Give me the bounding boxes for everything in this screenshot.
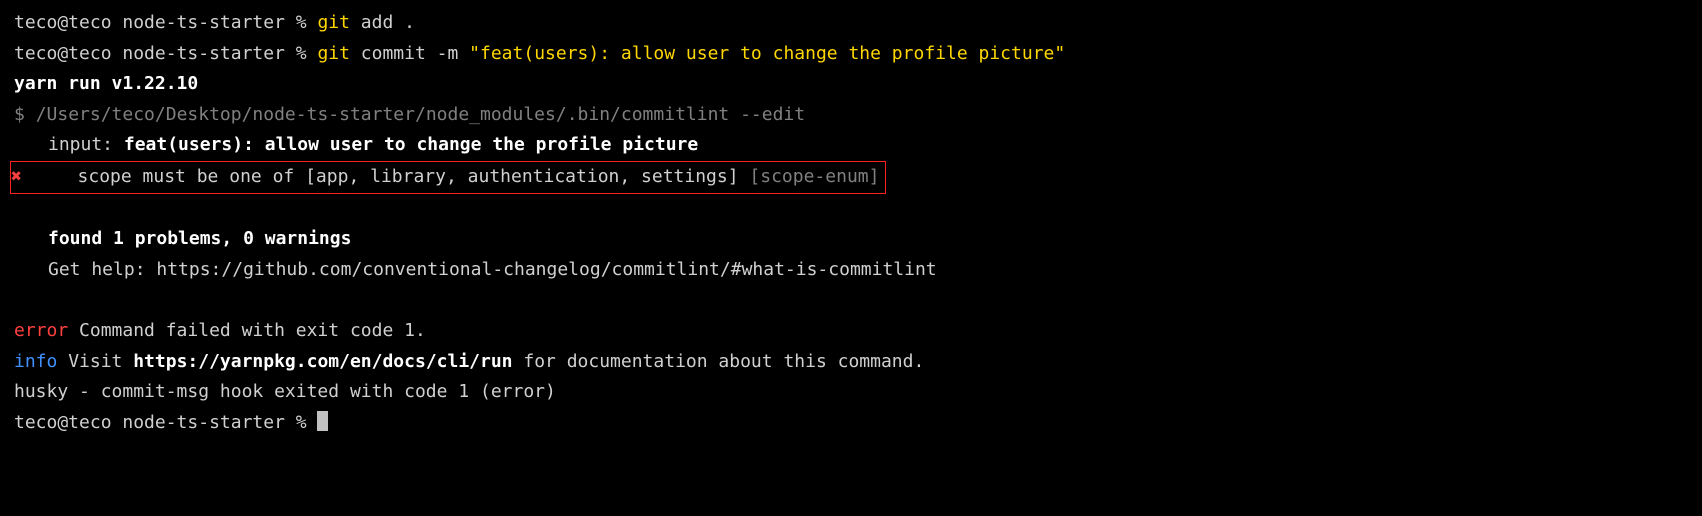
command-args: commit -m <box>350 43 469 64</box>
error-text: Command failed with exit code 1. <box>68 320 426 341</box>
husky-line: husky - commit-msg hook exited with code… <box>14 377 1688 408</box>
prompt-host: teco@teco node-ts-starter % <box>14 12 317 33</box>
prompt-host: teco@teco node-ts-starter % <box>14 43 317 64</box>
help-line: ⓘ Get help: https://github.com/convention… <box>14 255 1688 286</box>
input-message: feat(users): allow user to change the pr… <box>124 134 698 155</box>
error-prefix: error <box>14 320 68 341</box>
error-message: scope must be one of [app, library, auth… <box>78 166 750 187</box>
help-url: https://github.com/conventional-changelo… <box>156 259 936 280</box>
input-label: input: <box>48 134 124 155</box>
info-marker-icon: ⓘ <box>14 255 42 286</box>
error-line-wrapper: ✖ scope must be one of [app, library, au… <box>14 161 1688 194</box>
yarn-info-line: info Visit https://yarnpkg.com/en/docs/c… <box>14 347 1688 378</box>
cursor <box>317 411 328 431</box>
command-args: add . <box>350 12 415 33</box>
prompt-line-3[interactable]: teco@teco node-ts-starter % <box>14 408 1688 439</box>
error-marker-icon: ✖ <box>11 162 39 193</box>
summary-line: ✖ found 1 problems, 0 warnings <box>14 224 1688 255</box>
blank-line <box>14 194 1688 225</box>
dollar-sign: $ <box>14 104 36 125</box>
prompt-line-2: teco@teco node-ts-starter % git commit -… <box>14 39 1688 70</box>
blank-line <box>14 285 1688 316</box>
command-git: git <box>317 43 350 64</box>
error-highlight-box: ✖ scope must be one of [app, library, au… <box>10 161 886 194</box>
summary-text: found 1 problems, 0 warnings <box>48 228 351 249</box>
help-label: Get help: <box>48 259 156 280</box>
command-quoted-string: "feat(users): allow user to change the p… <box>469 43 1065 64</box>
error-marker-icon: ✖ <box>14 224 42 255</box>
prompt-line-1: teco@teco node-ts-starter % git add . <box>14 8 1688 39</box>
commitlint-path-line: $ /Users/teco/Desktop/node-ts-starter/no… <box>14 100 1688 131</box>
yarn-run-line: yarn run v1.22.10 <box>14 69 1688 100</box>
error-rule: [scope-enum] <box>749 166 879 187</box>
input-line: ⧗ input: feat(users): allow user to chang… <box>14 130 1688 161</box>
prompt-host: teco@teco node-ts-starter % <box>14 412 317 433</box>
info-post: for documentation about this command. <box>513 351 925 372</box>
input-marker-icon: ⧗ <box>14 130 42 161</box>
info-pre: Visit <box>57 351 133 372</box>
info-url: https://yarnpkg.com/en/docs/cli/run <box>133 351 512 372</box>
command-git: git <box>317 12 350 33</box>
yarn-error-line: error Command failed with exit code 1. <box>14 316 1688 347</box>
commitlint-path: /Users/teco/Desktop/node-ts-starter/node… <box>36 104 805 125</box>
info-prefix: info <box>14 351 57 372</box>
